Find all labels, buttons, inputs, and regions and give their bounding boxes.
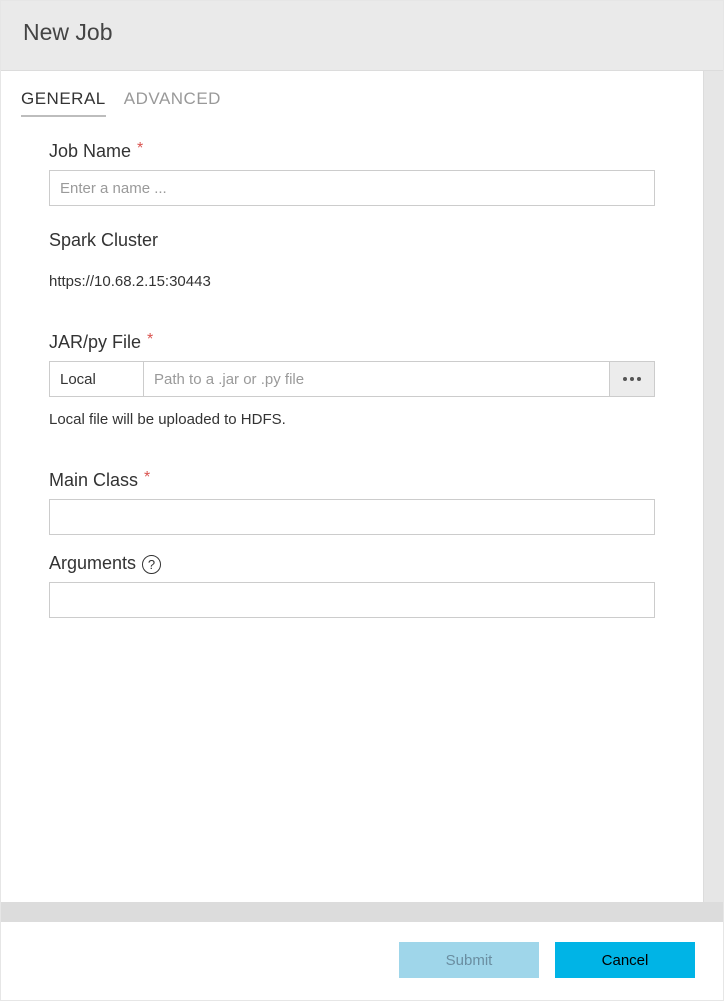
- main-class-input[interactable]: [49, 499, 655, 535]
- field-jar-py-file: JAR/py File * Local L: [49, 332, 655, 428]
- ellipsis-icon: [623, 377, 627, 381]
- field-main-class: Main Class *: [49, 470, 655, 535]
- file-source-value: Local: [60, 371, 96, 388]
- required-asterisk: *: [147, 331, 153, 349]
- job-name-label: Job Name: [49, 141, 131, 162]
- help-icon[interactable]: ?: [142, 555, 161, 574]
- scrollbar-gutter[interactable]: [703, 71, 723, 902]
- spark-cluster-label: Spark Cluster: [49, 230, 158, 251]
- tab-general[interactable]: GENERAL: [21, 85, 106, 117]
- spark-cluster-value: https://10.68.2.15:30443: [49, 273, 655, 290]
- field-arguments: Arguments ?: [49, 553, 655, 618]
- ellipsis-icon: [630, 377, 634, 381]
- dialog-title: New Job: [23, 19, 701, 46]
- separator-bar: [1, 902, 723, 922]
- new-job-dialog: New Job GENERAL ADVANCED Job Name *: [0, 0, 724, 1001]
- ellipsis-icon: [637, 377, 641, 381]
- submit-button[interactable]: Submit: [399, 942, 539, 978]
- file-browse-button[interactable]: [609, 361, 655, 397]
- dialog-footer: Submit Cancel: [1, 922, 723, 1000]
- cancel-button[interactable]: Cancel: [555, 942, 695, 978]
- field-spark-cluster: Spark Cluster https://10.68.2.15:30443: [49, 230, 655, 290]
- dialog-titlebar: New Job: [1, 1, 723, 71]
- jar-py-file-label: JAR/py File: [49, 332, 141, 353]
- job-name-input[interactable]: [49, 170, 655, 206]
- required-asterisk: *: [137, 140, 143, 158]
- file-source-dropdown[interactable]: Local: [49, 361, 143, 397]
- arguments-input[interactable]: [49, 582, 655, 618]
- required-asterisk: *: [144, 469, 150, 487]
- file-upload-hint: Local file will be uploaded to HDFS.: [49, 411, 655, 428]
- field-job-name: Job Name *: [49, 141, 655, 206]
- tab-advanced[interactable]: ADVANCED: [124, 85, 221, 117]
- arguments-label: Arguments: [49, 553, 136, 574]
- tab-bar: GENERAL ADVANCED: [21, 85, 683, 117]
- main-class-label: Main Class: [49, 470, 138, 491]
- file-path-input[interactable]: [143, 361, 609, 397]
